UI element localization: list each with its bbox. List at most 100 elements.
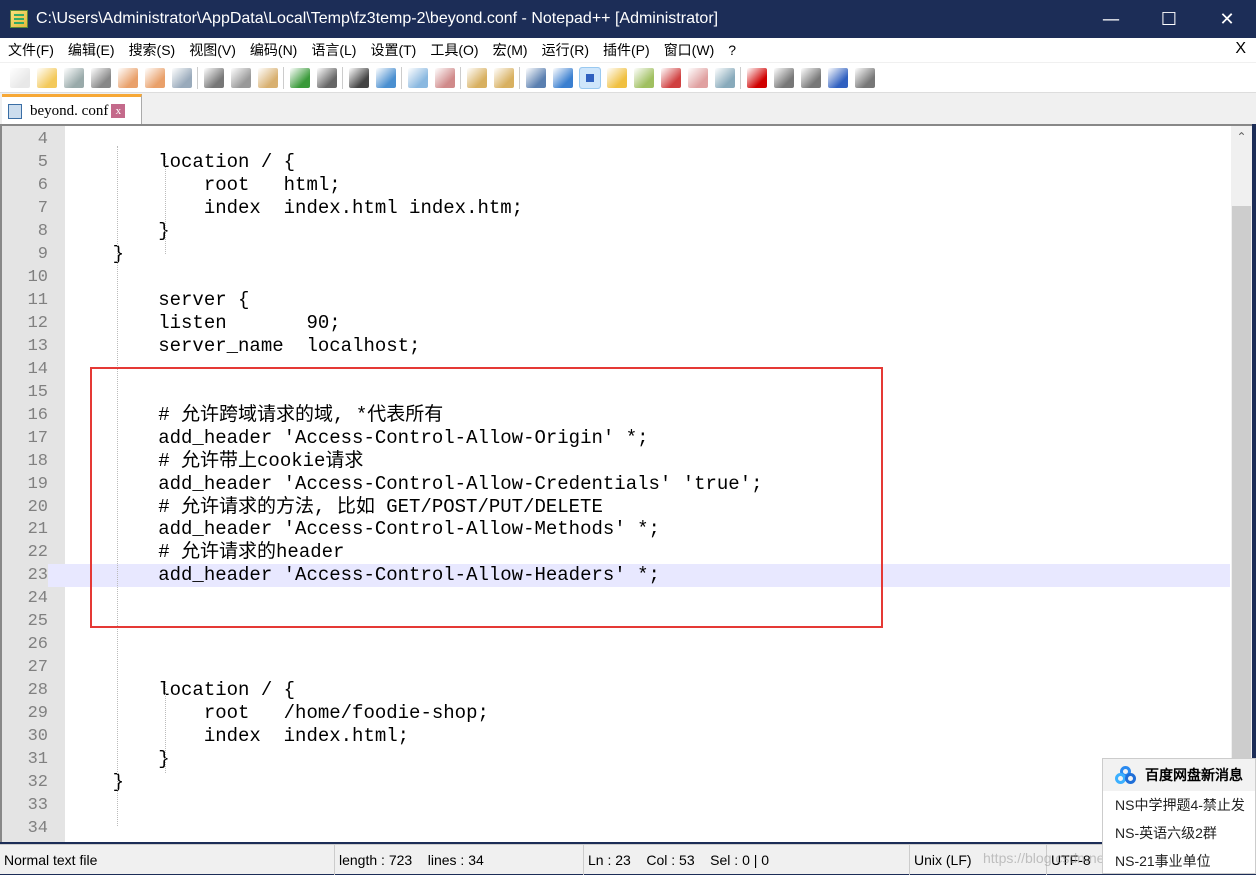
code-line[interactable]: 5 location / {: [2, 150, 1230, 174]
function-list-icon[interactable]: [660, 67, 681, 88]
notepad-app-icon: [10, 10, 28, 28]
vertical-scrollbar[interactable]: ⌃: [1231, 126, 1252, 842]
record-macro-icon[interactable]: [746, 67, 767, 88]
show-all-chars-icon[interactable]: [552, 67, 573, 88]
monitoring-icon[interactable]: [714, 67, 735, 88]
code-text: }: [67, 748, 170, 771]
menu-item[interactable]: 语言(L): [303, 40, 362, 60]
notification-item[interactable]: NS中学押题4-禁止发: [1103, 791, 1255, 819]
code-text: location / {: [67, 679, 296, 702]
notification-item[interactable]: NS-21事业单位: [1103, 847, 1255, 875]
code-line[interactable]: 4: [2, 128, 1230, 151]
cut-icon[interactable]: [203, 67, 224, 88]
stop-macro-icon[interactable]: [773, 67, 794, 88]
close-icon[interactable]: [117, 67, 138, 88]
code-line[interactable]: 27: [2, 656, 1230, 680]
menu-item[interactable]: 编辑(E): [60, 40, 121, 60]
save-icon[interactable]: [63, 67, 84, 88]
line-number: 31: [2, 748, 48, 772]
menu-item[interactable]: ?: [720, 42, 742, 58]
status-position: Ln : 23 Col : 53 Sel : 0 | 0: [583, 845, 769, 875]
code-line[interactable]: 34: [2, 817, 1230, 841]
line-number: 32: [2, 771, 48, 795]
menu-item[interactable]: 编码(N): [242, 40, 303, 60]
code-line[interactable]: 30 index index.html;: [2, 725, 1230, 749]
code-line[interactable]: 8 }: [2, 219, 1230, 243]
code-line[interactable]: 33: [2, 794, 1230, 818]
sync-horizontal-icon[interactable]: [493, 67, 514, 88]
line-number: 16: [2, 403, 48, 427]
notification-item[interactable]: NS-英语六级2群: [1103, 819, 1255, 847]
scroll-up-icon[interactable]: ⌃: [1231, 126, 1252, 146]
line-number: 22: [2, 541, 48, 565]
copy-icon[interactable]: [230, 67, 251, 88]
code-text: root /home/foodie-shop;: [67, 702, 489, 725]
line-number: 10: [2, 265, 48, 289]
code-line[interactable]: 32 }: [2, 771, 1230, 795]
tab-beyond-conf[interactable]: beyond. conf x: [2, 94, 142, 125]
scrollbar-thumb[interactable]: [1232, 206, 1251, 842]
menu-item[interactable]: 工具(O): [422, 40, 484, 60]
line-number: 18: [2, 449, 48, 473]
baidu-netdisk-notification[interactable]: 百度网盘新消息 NS中学押题4-禁止发 NS-英语六级2群 NS-21事业单位: [1102, 758, 1256, 874]
code-line[interactable]: 26: [2, 633, 1230, 657]
print-icon[interactable]: [171, 67, 192, 88]
line-number: 24: [2, 587, 48, 611]
run-macro-multiple-icon[interactable]: [827, 67, 848, 88]
menu-item[interactable]: 插件(P): [595, 40, 656, 60]
code-line[interactable]: 9 }: [2, 242, 1230, 266]
close-document-button[interactable]: X: [1235, 40, 1246, 58]
menu-item[interactable]: 宏(M): [485, 40, 534, 60]
paste-icon[interactable]: [257, 67, 278, 88]
code-line[interactable]: 7 index index.html index.htm;: [2, 196, 1230, 220]
maximize-button[interactable]: ☐: [1140, 0, 1198, 38]
line-number: 21: [2, 518, 48, 542]
code-line[interactable]: 6 root html;: [2, 173, 1230, 197]
close-all-icon[interactable]: [144, 67, 165, 88]
menu-item[interactable]: 搜索(S): [121, 40, 182, 60]
replace-icon[interactable]: [375, 67, 396, 88]
zoom-out-icon[interactable]: [434, 67, 455, 88]
close-window-button[interactable]: ✕: [1198, 0, 1256, 38]
folder-workspace-icon[interactable]: [687, 67, 708, 88]
toolbar-separator: [342, 66, 343, 89]
undo-icon[interactable]: [289, 67, 310, 88]
toolbar-separator: [197, 66, 198, 89]
notification-title: 百度网盘新消息: [1145, 767, 1243, 783]
save-macro-icon[interactable]: [854, 67, 875, 88]
menu-item[interactable]: 窗口(W): [656, 40, 721, 60]
code-editor[interactable]: 45 location / {6 root html; 7 index index…: [0, 124, 1252, 842]
redo-icon[interactable]: [316, 67, 337, 88]
indent-guide-icon[interactable]: [578, 66, 601, 89]
minimize-button[interactable]: —: [1082, 0, 1140, 38]
code-line[interactable]: 11 server {: [2, 288, 1230, 312]
menu-item[interactable]: 视图(V): [181, 40, 242, 60]
zoom-in-icon[interactable]: [407, 67, 428, 88]
line-number: 7: [2, 196, 48, 220]
code-line[interactable]: 13 server_name localhost;: [2, 334, 1230, 358]
code-line[interactable]: 28 location / {: [2, 679, 1230, 703]
save-all-icon[interactable]: [90, 67, 111, 88]
code-line[interactable]: 29 root /home/foodie-shop;: [2, 702, 1230, 726]
baidu-netdisk-icon: [1115, 766, 1137, 784]
tab-close-icon[interactable]: x: [111, 104, 126, 118]
doc-map-icon[interactable]: [633, 67, 654, 88]
word-wrap-icon[interactable]: [525, 67, 546, 88]
line-number: 27: [2, 656, 48, 680]
code-text: index index.html index.htm;: [67, 196, 524, 219]
code-line[interactable]: 12 listen 90;: [2, 311, 1230, 335]
user-lang-icon[interactable]: [606, 67, 627, 88]
sync-vertical-icon[interactable]: [466, 67, 487, 88]
code-line[interactable]: 31 }: [2, 748, 1230, 772]
new-file-icon[interactable]: [9, 67, 30, 88]
line-number: 6: [2, 173, 48, 197]
menu-item[interactable]: 运行(R): [534, 40, 595, 60]
code-line[interactable]: 10: [2, 265, 1230, 289]
line-number: 15: [2, 380, 48, 404]
menu-item[interactable]: 设置(T): [362, 40, 422, 60]
code-text: }: [67, 242, 125, 265]
menu-item[interactable]: 文件(F): [0, 40, 60, 60]
open-file-icon[interactable]: [36, 67, 57, 88]
play-macro-icon[interactable]: [800, 67, 821, 88]
find-icon[interactable]: [348, 67, 369, 88]
